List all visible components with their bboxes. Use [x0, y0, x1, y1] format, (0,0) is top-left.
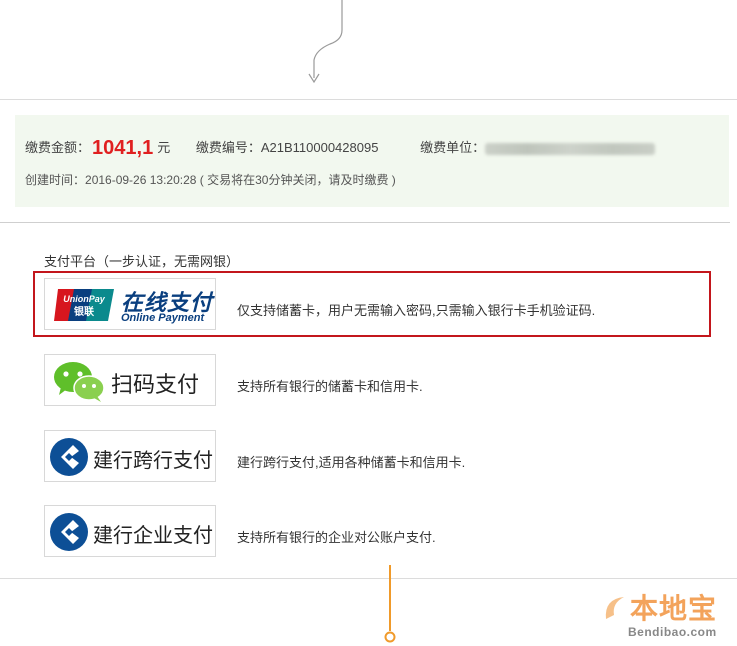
ccb-enterprise-title: 建行企业支付 — [93, 525, 213, 547]
ccb-interbank-logo[interactable]: 建行跨行支付 — [44, 430, 216, 482]
bill-created-row: 创建时间：2016-09-26 13:20:28 ( 交易将在30分钟关闭，请及… — [25, 171, 396, 188]
bill-number-value: A21B110000428095 — [260, 140, 379, 155]
bill-summary-row: 缴费金额： 1041,1 元 缴费编号：A21B110000428095 缴费单位： — [25, 135, 656, 159]
ccb-icon — [50, 438, 88, 476]
bill-number-label: 缴费编号： — [195, 140, 261, 155]
ccb-interbank-description: 建行跨行支付,适用各种储蓄卡和信用卡. — [237, 455, 466, 470]
scan-pay-title: 扫码支付 — [111, 372, 200, 397]
divider-middle — [0, 222, 730, 223]
wechat-icon — [54, 362, 105, 402]
ccb-enterprise-description: 支持所有银行的企业对公账户支付. — [237, 530, 436, 545]
payment-option-ccb-enterprise[interactable]: 建行企业支付 支持所有银行的企业对公账户支付. — [44, 505, 714, 565]
unionpay-description: 仅支持储蓄卡，用户无需输入密码,只需输入银行卡手机验证码. — [237, 303, 596, 318]
flow-connector-top — [308, 0, 343, 84]
scan-pay-logo[interactable]: 扫码支付 — [44, 354, 216, 406]
unionpay-card-text: UnionPay — [63, 294, 106, 304]
divider-top — [0, 99, 737, 100]
bendibao-watermark: 本地宝 Bendibao.com — [600, 585, 735, 645]
unionpay-card-cn: 银联 — [74, 305, 94, 318]
payee-name-redacted — [485, 142, 656, 155]
payment-option-ccb-interbank[interactable]: 建行跨行支付 建行跨行支付,适用各种储蓄卡和信用卡. — [44, 430, 714, 490]
unionpay-logo[interactable]: UnionPay 银联 在线支付 Online Payment — [44, 278, 216, 330]
watermark-sub-text: Bendibao.com — [628, 625, 717, 639]
unionpay-subtitle: Online Payment — [121, 312, 205, 324]
bill-info-panel: 缴费金额： 1041,1 元 缴费编号：A21B110000428095 缴费单位：… — [15, 115, 729, 207]
created-time: 2016-09-26 13:20:28 — [85, 173, 197, 187]
ccb-icon — [50, 513, 88, 551]
payment-option-scan[interactable]: 扫码支付 支持所有银行的储蓄卡和信用卡. — [44, 354, 714, 414]
amount-label: 缴费金额： — [25, 140, 91, 155]
ccb-enterprise-logo[interactable]: 建行企业支付 — [44, 505, 216, 557]
divider-bottom — [0, 578, 737, 579]
payment-platform-title: 支付平台（一步认证，无需网银） — [44, 254, 240, 269]
ccb-interbank-title: 建行跨行支付 — [93, 450, 213, 472]
scan-pay-description: 支持所有银行的储蓄卡和信用卡. — [237, 379, 423, 394]
payment-option-unionpay[interactable]: UnionPay 银联 在线支付 Online Payment 仅支持储蓄卡，用… — [44, 278, 714, 338]
created-label: 创建时间： — [25, 173, 86, 187]
payee-label: 缴费单位： — [420, 140, 486, 155]
unionpay-icon: UnionPay 银联 — [54, 289, 114, 321]
flow-connector-bottom — [384, 565, 396, 643]
watermark-main-text: 本地宝 — [630, 592, 718, 625]
amount-value: 1041,1 — [92, 137, 154, 159]
expire-note: ( 交易将在30分钟关闭，请及时缴费 ) — [199, 173, 396, 187]
currency-unit: 元 — [157, 140, 171, 155]
